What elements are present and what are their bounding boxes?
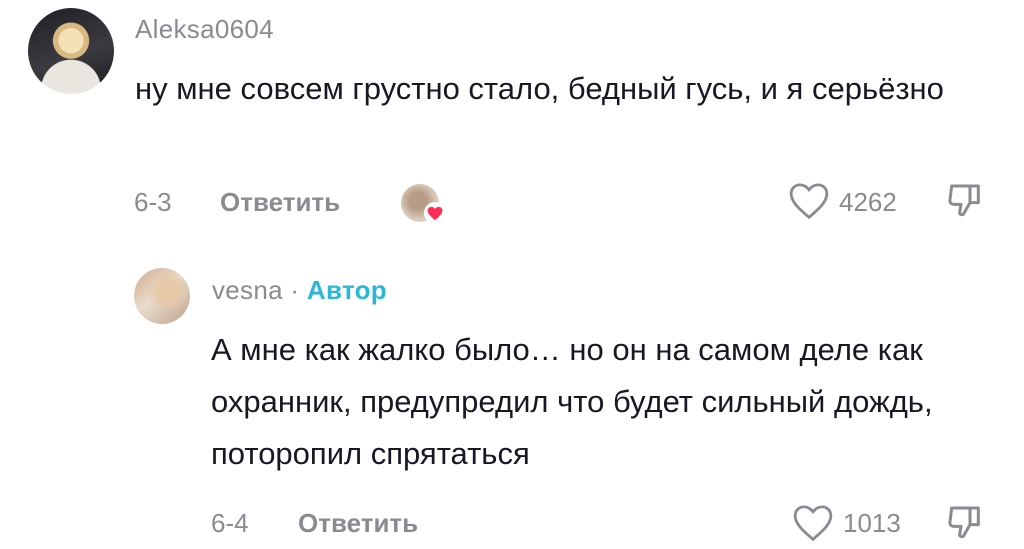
comment-date: 6-3 — [134, 187, 172, 217]
heart-outline-icon[interactable] — [792, 503, 834, 548]
heart-outline-icon[interactable] — [788, 181, 830, 226]
liked-by-creator-heart-icon — [424, 202, 446, 224]
dislike-icon[interactable] — [945, 502, 985, 549]
avatar[interactable] — [134, 268, 190, 324]
username[interactable]: Aleksa0604 — [135, 14, 274, 45]
comment-date: 6-4 — [211, 508, 249, 538]
avatar[interactable] — [28, 8, 114, 94]
reply-button[interactable]: Ответить — [298, 508, 418, 539]
separator: · — [290, 275, 300, 305]
like-count: 4262 — [839, 187, 897, 217]
like-count: 1013 — [843, 508, 901, 538]
reply-button[interactable]: Ответить — [220, 187, 340, 218]
author-badge: Автор — [306, 275, 387, 305]
comment-text: ну мне совсем грустно стало, бедный гусь… — [135, 71, 944, 106]
comment-text: А мне как жалко было… но он на самом дел… — [211, 332, 933, 471]
username[interactable]: vesna — [212, 275, 283, 305]
dislike-icon[interactable] — [945, 180, 985, 227]
username-row: vesna · Автор — [212, 275, 387, 306]
